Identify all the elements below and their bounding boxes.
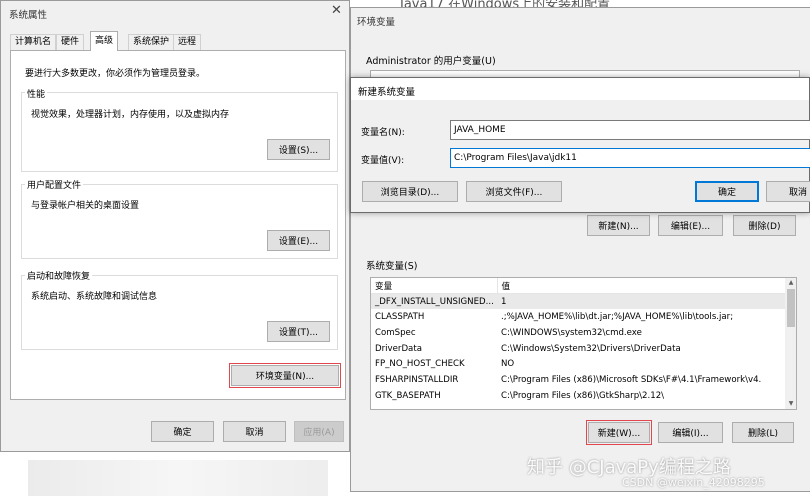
table-row[interactable]: ComSpec C:\WINDOWS\system32\cmd.exe — [371, 325, 785, 341]
variable-name: FSHARPINSTALLDIR — [375, 374, 459, 385]
variable-name-label: 变量名(N): — [361, 128, 405, 138]
startup-recovery-settings-button[interactable]: 设置(T)... — [267, 321, 330, 342]
table-row[interactable]: DriverData C:\Windows\System32\Drivers\Dr… — [371, 341, 785, 357]
tab-hardware[interactable]: 硬件 — [56, 34, 85, 50]
user-profiles-settings-button[interactable]: 设置(E)... — [267, 230, 330, 251]
close-icon[interactable]: ✕ — [331, 3, 342, 18]
tab-advanced[interactable]: 高级 — [90, 31, 119, 51]
admin-notice: 要进行大多数更改，你必须作为管理员登录。 — [25, 69, 206, 79]
tab-remote[interactable]: 远程 — [173, 34, 202, 50]
system-variables-table: 变量 值 _DFX_INSTALL_UNSIGNED... 1 CLASSPATH… — [371, 278, 786, 404]
cancel-button[interactable]: 取消 — [223, 421, 286, 442]
performance-desc: 视觉效果，处理器计划，内存使用，以及虚拟内存 — [31, 110, 230, 120]
dialog-ok-button[interactable]: 确定 — [695, 181, 759, 202]
system-properties-title: 系统属性 — [9, 10, 48, 21]
blurred-region — [28, 460, 328, 496]
user-new-button[interactable]: 新建(N)... — [587, 215, 650, 236]
table-row[interactable]: FSHARPINSTALLDIR C:\Program Files (x86)\M… — [371, 372, 785, 388]
new-system-variable-dialog: 新建系统变量 变量名(N): JAVA_HOME 变量值(V): C:\Prog… — [350, 77, 810, 213]
environment-variables-button[interactable]: 环境变量(N)... — [231, 365, 339, 386]
dialog-titlebar: 新建系统变量 — [351, 78, 809, 100]
startup-recovery-desc: 系统启动、系统故障和调试信息 — [31, 292, 158, 302]
performance-label: 性能 — [25, 87, 48, 100]
table-header: 变量 值 — [371, 278, 786, 295]
system-variables-list: 变量 值 _DFX_INSTALL_UNSIGNED... 1 CLASSPATH… — [370, 277, 797, 410]
apply-button[interactable]: 应用(A) — [294, 421, 344, 442]
dialog-title: 新建系统变量 — [358, 87, 416, 98]
variable-value-input[interactable]: C:\Program Files\Java\jdk11 — [450, 148, 810, 168]
variable-name: GTK_BASEPATH — [375, 390, 441, 401]
tab-system-protection[interactable]: 系统保护 — [128, 34, 175, 50]
variable-name: _DFX_INSTALL_UNSIGNED... — [371, 293, 497, 310]
column-header-variable[interactable]: 变量 — [371, 278, 498, 295]
variable-value: C:\Windows\System32\Drivers\DriverData — [501, 343, 681, 354]
variable-name: FP_NO_HOST_CHECK — [375, 359, 465, 370]
variable-name: DriverData — [375, 343, 422, 354]
system-properties-window: 系统属性 ✕ 计算机名 硬件 高级 系统保护 远程 要进行大多数更改，你必须作为… — [0, 0, 350, 452]
tab-panel: 要进行大多数更改，你必须作为管理员登录。 性能 视觉效果，处理器计划，内存使用，… — [10, 50, 346, 400]
scroll-up-icon[interactable]: ▲ — [785, 279, 796, 287]
system-delete-button[interactable]: 删除(L) — [732, 422, 794, 443]
env-window-title: 环境变量 — [357, 17, 396, 28]
variable-value: .;%JAVA_HOME%\lib\dt.jar;%JAVA_HOME%\lib… — [501, 312, 734, 323]
variable-value: C:\Program Files (x86)\Microsoft SDKs\F#… — [501, 374, 762, 385]
scroll-thumb[interactable] — [787, 289, 795, 327]
variable-name: CLASSPATH — [375, 312, 425, 323]
user-profiles-label: 用户配置文件 — [25, 178, 84, 191]
user-delete-button[interactable]: 删除(D) — [733, 215, 796, 236]
startup-recovery-label: 启动和故障恢复 — [25, 269, 93, 282]
performance-settings-button[interactable]: 设置(S)... — [267, 139, 330, 160]
system-new-button[interactable]: 新建(W)... — [588, 422, 650, 443]
table-row[interactable]: FP_NO_HOST_CHECK NO — [371, 356, 785, 372]
user-profiles-desc: 与登录帐户相关的桌面设置 — [31, 201, 140, 211]
variable-value: 1 — [497, 293, 785, 310]
table-row[interactable]: GTK_BASEPATH C:\Program Files (x86)\GtkSh… — [371, 388, 785, 404]
user-variables-label: Administrator 的用户变量(U) — [366, 56, 496, 67]
variable-value: NO — [501, 359, 515, 370]
browse-file-button[interactable]: 浏览文件(F)... — [466, 181, 562, 202]
variable-value: C:\Program Files (x86)\GtkSharp\2.12\ — [501, 390, 665, 401]
performance-group — [21, 92, 338, 172]
vertical-scrollbar[interactable]: ▲ ▼ — [785, 278, 796, 409]
table-row[interactable]: _DFX_INSTALL_UNSIGNED... 1 — [371, 293, 785, 310]
ok-button[interactable]: 确定 — [151, 421, 214, 442]
table-row[interactable]: CLASSPATH .;%JAVA_HOME%\lib\dt.jar;%JAVA_… — [371, 309, 785, 325]
tab-computer-name[interactable]: 计算机名 — [10, 34, 57, 50]
system-variables-label: 系统变量(S) — [366, 261, 418, 272]
variable-value: C:\WINDOWS\system32\cmd.exe — [501, 327, 642, 338]
dialog-cancel-button[interactable]: 取消 — [766, 181, 810, 202]
column-header-value[interactable]: 值 — [497, 278, 786, 295]
system-edit-button[interactable]: 编辑(I)... — [658, 422, 723, 443]
variable-value-label: 变量值(V): — [361, 156, 405, 166]
variable-name: ComSpec — [375, 327, 416, 338]
variable-name-input[interactable]: JAVA_HOME — [450, 120, 810, 140]
user-edit-button[interactable]: 编辑(E)... — [658, 215, 723, 236]
csdn-watermark: CSDN @weixin_42098295 — [622, 476, 765, 489]
browse-directory-button[interactable]: 浏览目录(D)... — [362, 181, 458, 202]
scroll-down-icon[interactable]: ▼ — [785, 400, 796, 408]
